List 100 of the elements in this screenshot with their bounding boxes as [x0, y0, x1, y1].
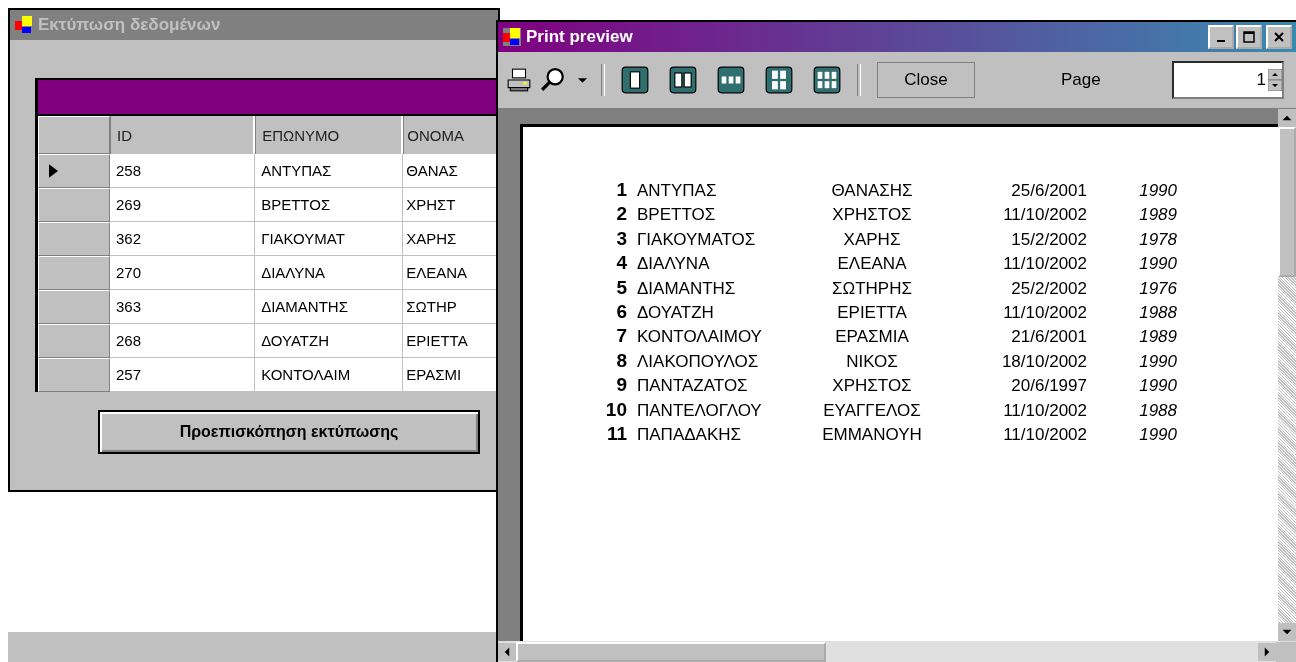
table-cell: ΔΙΑΜΑΝΤΗΣ [255, 290, 404, 324]
table-cell: ΘΑΝΑΣ [403, 154, 498, 188]
surname-text: ΒΡΕΤΤΟΣ [636, 205, 717, 226]
table-cell: 257 [110, 358, 256, 392]
surname-text: ΔΟΥΑΤΖΗ [636, 302, 715, 323]
table-cell: ΒΡΕΤΤΟΣ [255, 188, 404, 222]
close-button[interactable] [1266, 25, 1292, 49]
year-text: 1990 [1138, 424, 1177, 445]
four-pages-icon[interactable] [765, 66, 793, 94]
app-icon [502, 27, 522, 47]
row-header [38, 116, 110, 154]
maximize-button[interactable] [1236, 25, 1262, 49]
year-text: 1989 [1138, 205, 1177, 226]
table-cell: ΑΝΤΥΠΑΣ [255, 154, 404, 188]
one-page-icon[interactable] [621, 66, 649, 94]
surname-text: ΔΙΑΜΑΝΤΗΣ [636, 278, 737, 299]
surname-text: ΔΙΑΛΥΝΑ [636, 254, 711, 275]
scroll-down-icon[interactable] [1278, 623, 1296, 641]
surname-text: ΓΙΑΚΟΥΜΑΤΟΣ [636, 229, 757, 250]
first-name-text: ΕΡΑΣΜΙΑ [834, 327, 910, 348]
print-preview-button[interactable]: Προεπισκόπηση εκτύπωσης [98, 410, 480, 454]
column-header[interactable]: ΕΠΩΝΥΜΟ [255, 116, 404, 154]
surname-text: ΑΝΤΥΠΑΣ [636, 181, 718, 201]
app-icon [14, 15, 34, 35]
date-text: 20/6/1997 [1010, 376, 1087, 397]
table-cell: ΔΟΥΑΤΖΗ [255, 324, 404, 358]
window-title: Εκτύπωση δεδομένων [38, 15, 221, 35]
table-cell: 270 [110, 256, 256, 290]
row-number: 2 [615, 203, 627, 226]
zoom-icon[interactable] [540, 67, 566, 93]
table-cell: 268 [110, 324, 256, 358]
three-pages-icon[interactable] [717, 66, 745, 94]
row-number: 4 [615, 252, 627, 275]
minimize-icon [1217, 40, 1225, 42]
first-name-text: ΣΩΤΗΡΗΣ [831, 278, 913, 299]
page-number-field[interactable]: 1 [1172, 61, 1284, 99]
date-text: 11/10/2002 [1002, 205, 1087, 226]
table-cell: ΕΡΑΣΜΙ [403, 358, 498, 392]
two-pages-icon[interactable] [669, 66, 697, 94]
page-label: Page [1061, 70, 1101, 90]
horizontal-scrollbar[interactable] [498, 641, 1296, 662]
column-header[interactable]: ID [110, 116, 256, 154]
first-name-text: ΝΙΚΟΣ [845, 351, 899, 372]
year-text: 1990 [1138, 351, 1177, 372]
year-text: 1990 [1138, 254, 1177, 275]
window-title: Print preview [526, 27, 633, 47]
row-number: 1 [615, 179, 627, 201]
table-cell: ΧΑΡΗΣ [403, 222, 498, 256]
minimize-button[interactable] [1208, 25, 1234, 49]
close-icon [1273, 31, 1285, 43]
row-number: 3 [615, 227, 627, 250]
six-pages-icon[interactable] [813, 66, 841, 94]
scroll-thumb[interactable] [1278, 127, 1296, 277]
date-text: 11/10/2002 [1002, 254, 1087, 275]
table-cell: ΔΙΑΛΥΝΑ [255, 256, 404, 290]
date-text: 11/10/2002 [1002, 302, 1087, 323]
scroll-right-icon[interactable] [1258, 643, 1276, 661]
scroll-thumb[interactable] [516, 642, 826, 662]
first-name-text: ΕΜΜΑΝΟΥΗ [821, 424, 923, 445]
maximize-icon [1243, 31, 1255, 43]
table-cell: 258 [110, 154, 256, 188]
first-name-text: ΕΥΑΓΓΕΛΟΣ [822, 400, 922, 421]
surname-text: ΠΑΠΑΔΑΚΗΣ [636, 424, 743, 445]
size-grip[interactable] [1276, 642, 1296, 662]
printer-icon[interactable] [506, 67, 532, 93]
page-spinner[interactable] [1268, 69, 1282, 91]
close-preview-button[interactable]: Close [877, 62, 975, 98]
year-text: 1990 [1138, 181, 1177, 201]
table-cell: ΚΟΝΤΟΛΑΙΜ [255, 358, 404, 392]
dropdown-caret-icon[interactable] [578, 77, 587, 83]
row-number: 8 [615, 349, 627, 372]
vertical-scrollbar[interactable] [1278, 109, 1296, 641]
row-number: 5 [615, 276, 627, 299]
table-cell: ΕΡΙΕΤΤΑ [403, 324, 498, 358]
date-text: 25/2/2002 [1010, 278, 1087, 299]
row-header[interactable] [38, 154, 110, 188]
table-cell: 269 [110, 188, 256, 222]
date-text: 21/6/2001 [1010, 327, 1087, 348]
scroll-left-icon[interactable] [498, 643, 516, 661]
date-text: 15/2/2002 [1010, 229, 1087, 250]
row-number: 7 [615, 325, 627, 348]
table-cell: 363 [110, 290, 256, 324]
surname-text: ΚΟΝΤΟΛΑΙΜΟΥ [636, 327, 763, 348]
table-cell: 362 [110, 222, 256, 256]
date-text: 11/10/2002 [1002, 424, 1087, 445]
current-row-icon [49, 164, 58, 178]
year-text: 1976 [1138, 278, 1177, 299]
first-name-text: ΘΑΝΑΣΗΣ [830, 181, 914, 201]
first-name-text: ΧΡΗΣΤΟΣ [831, 376, 913, 397]
spinner-arrows-icon [1268, 69, 1282, 91]
first-name-text: ΕΛΕΑΝΑ [836, 254, 908, 275]
year-text: 1990 [1138, 376, 1177, 397]
year-text: 1988 [1138, 400, 1177, 421]
scroll-up-icon[interactable] [1278, 109, 1296, 127]
table-cell: ΕΛΕΑΝΑ [403, 256, 498, 290]
surname-text: ΠΑΝΤΑΖΑΤΟΣ [636, 376, 749, 397]
date-text: 18/10/2002 [1000, 351, 1087, 372]
row-number: 9 [615, 374, 627, 397]
date-text: 25/6/2001 [1010, 181, 1087, 201]
table-cell: ΧΡΗΣΤ [403, 188, 498, 222]
